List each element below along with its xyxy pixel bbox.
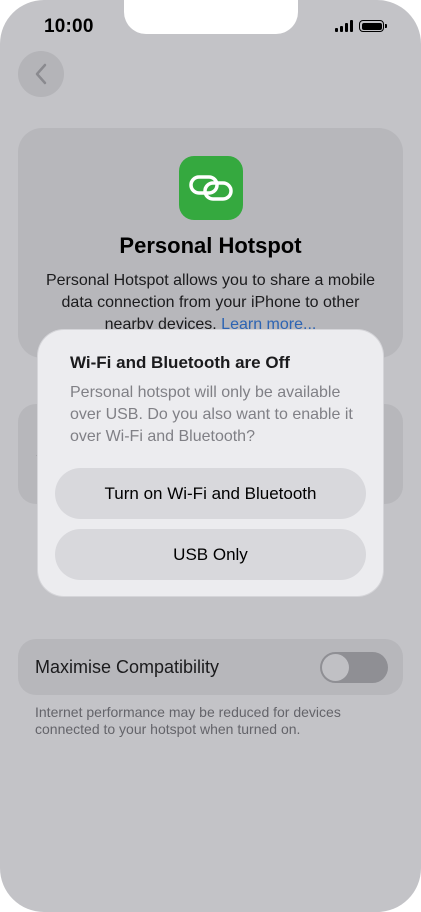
hotspot-description: Personal Hotspot allows you to share a m…	[36, 270, 385, 336]
chevron-left-icon	[35, 63, 47, 85]
usb-only-button[interactable]: USB Only	[55, 529, 366, 580]
status-time: 10:00	[44, 16, 94, 37]
toggle-knob	[322, 654, 349, 681]
maximise-compatibility-note: Internet performance may be reduced for …	[35, 704, 341, 737]
phone-screen: 10:00 Personal Hotspot Personal Hotspot …	[0, 0, 421, 912]
maximise-compatibility-label: Maximise Compatibility	[35, 657, 220, 677]
status-icons	[335, 20, 387, 32]
page-title: Personal Hotspot	[119, 233, 302, 258]
dialog-title: Wi-Fi and Bluetooth are Off	[70, 353, 290, 372]
dialog-message: Personal hotspot will only be available …	[70, 384, 353, 445]
link-icon	[189, 175, 233, 201]
battery-full-icon	[359, 20, 387, 32]
turn-on-wifi-bluetooth-button[interactable]: Turn on Wi-Fi and Bluetooth	[55, 468, 366, 519]
maximise-compatibility-toggle[interactable]	[320, 652, 388, 683]
device-notch	[124, 0, 298, 34]
hotspot-description-text: Personal Hotspot allows you to share a m…	[45, 272, 376, 333]
cellular-signal-icon	[335, 20, 353, 32]
hotspot-app-icon	[179, 156, 243, 220]
back-button[interactable]	[18, 51, 64, 97]
